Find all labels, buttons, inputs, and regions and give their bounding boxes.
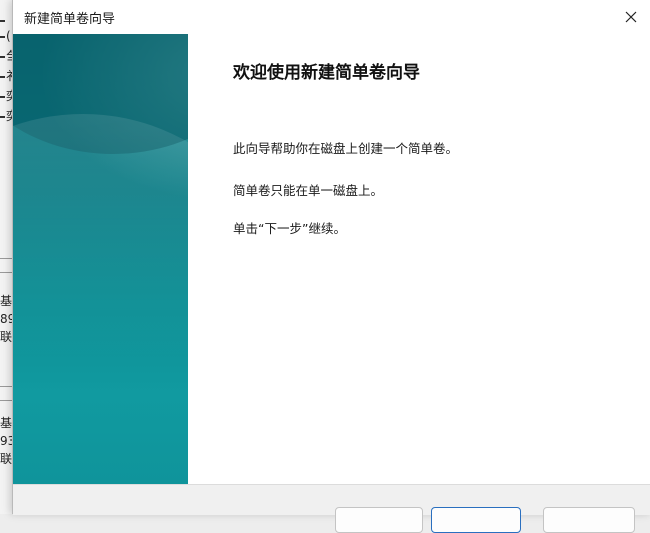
wizard-description: 此向导帮助你在磁盘上创建一个简单卷。: [233, 141, 459, 156]
window-title: 新建简单卷向导: [24, 12, 116, 27]
tree-row-label: (: [6, 29, 11, 43]
tree-branch-icon: [0, 19, 5, 22]
wizard-instruction: 单击“下一步”继续。: [233, 221, 346, 236]
wizard-content: 欢迎使用新建简单卷向导 此向导帮助你在磁盘上创建一个简单卷。 简单卷只能在单一磁…: [188, 34, 650, 484]
new-simple-volume-wizard: 新建简单卷向导 欢迎使用新建简单卷向导 此向导帮助你在磁盘上创建一个简单卷。 简…: [12, 0, 650, 533]
banner-decoration: [13, 114, 188, 484]
wizard-heading: 欢迎使用新建简单卷向导: [233, 63, 420, 83]
tree-branch-icon: [0, 75, 5, 78]
back-button[interactable]: [335, 507, 423, 533]
close-button[interactable]: [611, 0, 650, 34]
tree-branch-icon: [0, 95, 5, 98]
next-button[interactable]: [431, 507, 521, 533]
wizard-note: 简单卷只能在单一磁盘上。: [233, 183, 384, 198]
title-bar[interactable]: 新建简单卷向导: [13, 0, 650, 34]
tree-branch-icon: [0, 35, 5, 38]
close-icon: [625, 11, 637, 23]
tree-branch-icon: [0, 55, 5, 58]
wizard-side-banner: [13, 34, 188, 484]
tree-branch-icon: [0, 115, 5, 118]
wizard-footer: [13, 484, 650, 533]
cancel-button[interactable]: [543, 507, 635, 533]
